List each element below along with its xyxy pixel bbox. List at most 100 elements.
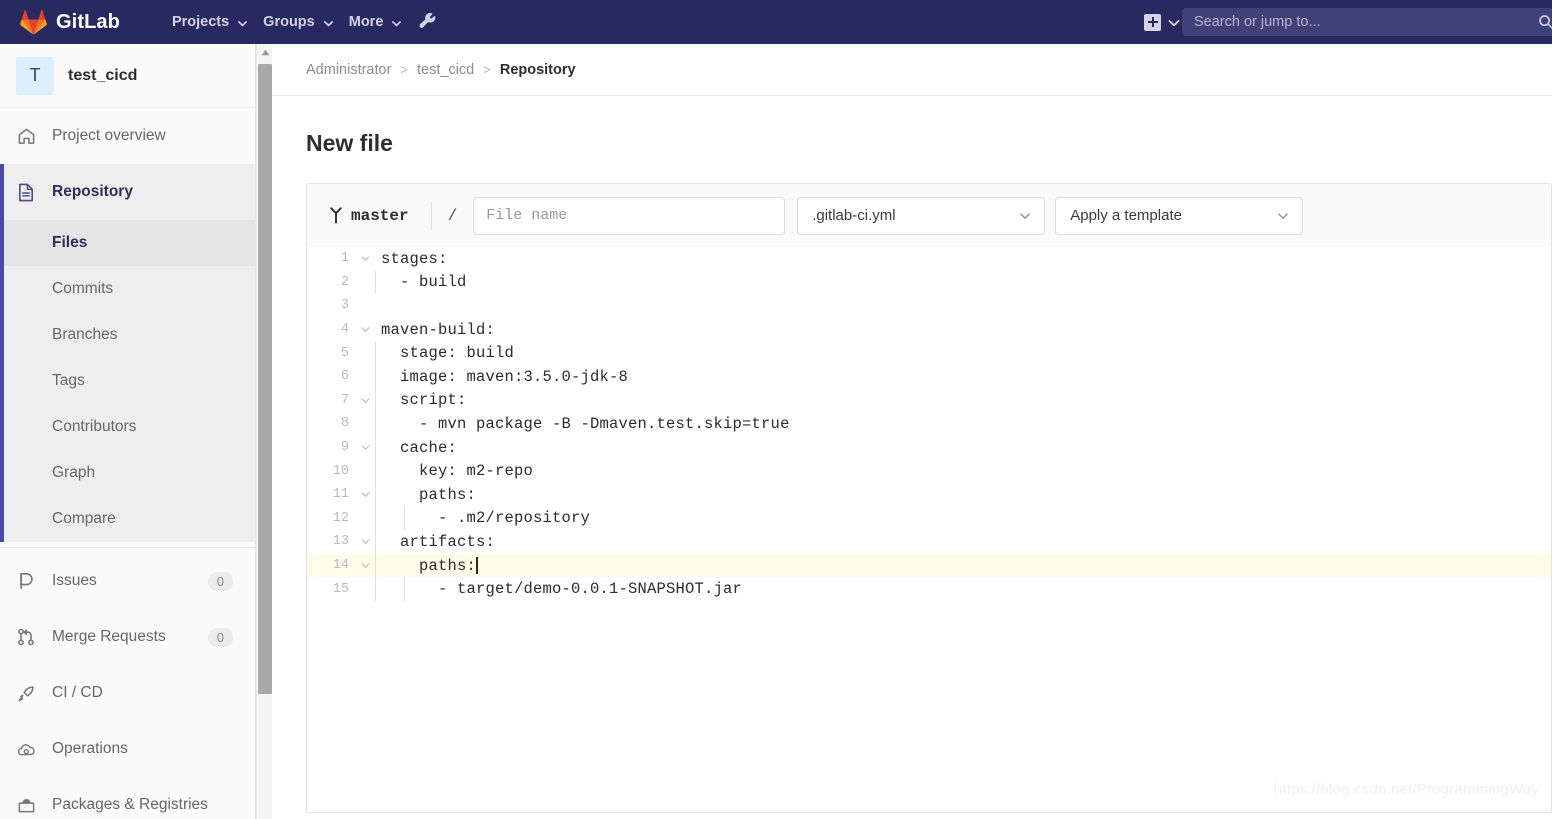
code-line[interactable]: 5 stage: build <box>307 341 1551 365</box>
project-header[interactable]: T test_cicd <box>0 44 255 108</box>
sidebar-scrollbar-track[interactable] <box>256 44 272 819</box>
sidebar-item-ci-cd[interactable]: CI / CD <box>0 665 255 721</box>
code-line[interactable]: 3 <box>307 294 1551 318</box>
line-number: 11 <box>307 487 355 502</box>
sidebar-subitem-branches[interactable]: Branches <box>0 312 255 358</box>
code-line[interactable]: 8 - mvn package -B -Dmaven.test.skip=tru… <box>307 412 1551 436</box>
sidebar-item-merge-requests[interactable]: Merge Requests 0 <box>0 609 255 665</box>
indent-guides <box>375 271 376 295</box>
fold-chevron-icon[interactable] <box>355 253 375 264</box>
branch-name: master <box>351 207 409 225</box>
breadcrumb: Administrator > test_cicd > Repository <box>272 44 1552 96</box>
breadcrumb-repository[interactable]: Repository <box>500 62 576 78</box>
issues-count-badge: 0 <box>208 572 233 591</box>
code-text: cache: <box>381 439 457 457</box>
line-number: 9 <box>307 440 355 455</box>
code-line[interactable]: 15 - target/demo-0.0.1-SNAPSHOT.jar <box>307 577 1551 601</box>
code-text: - .m2/repository <box>381 509 590 527</box>
sidebar-subitem-graph[interactable]: Graph <box>0 450 255 496</box>
file-name-input[interactable] <box>473 197 785 235</box>
fold-chevron-icon[interactable] <box>355 442 375 453</box>
sidebar-item-repository[interactable]: Repository <box>0 164 255 220</box>
fold-chevron-icon[interactable] <box>355 395 375 406</box>
code-line[interactable]: 9 cache: <box>307 436 1551 460</box>
sidebar-scrollbar-thumb[interactable] <box>258 64 272 694</box>
sidebar-item-packages-registries[interactable]: Packages & Registries <box>0 777 255 819</box>
code-line[interactable]: 4maven-build: <box>307 318 1551 342</box>
document-icon <box>16 182 36 202</box>
code-line[interactable]: 2 - build <box>307 271 1551 295</box>
breadcrumb-test-cicd[interactable]: test_cicd <box>417 62 474 78</box>
home-icon <box>16 126 36 146</box>
code-line[interactable]: 10 key: m2-repo <box>307 459 1551 483</box>
code-line[interactable]: 7 script: <box>307 389 1551 413</box>
sidebar-item-label: Packages & Registries <box>52 796 208 814</box>
sidebar-subitem-tags[interactable]: Tags <box>0 358 255 404</box>
line-number: 15 <box>307 582 355 597</box>
nav-projects[interactable]: Projects <box>158 0 249 44</box>
code-text: artifacts: <box>381 533 495 551</box>
indent-guides <box>375 530 376 554</box>
code-line[interactable]: 6 image: maven:3.5.0-jdk-8 <box>307 365 1551 389</box>
search-input[interactable] <box>1194 14 1524 30</box>
indent-guides <box>375 483 376 507</box>
code-line[interactable]: 11 paths: <box>307 483 1551 507</box>
page-title: New file <box>272 96 1552 157</box>
code-editor[interactable]: 1stages:2 - build34maven-build:5 stage: … <box>306 247 1552 813</box>
code-text: stages: <box>381 250 448 268</box>
sidebar-divider <box>0 547 255 548</box>
create-new-button[interactable] <box>1144 14 1168 31</box>
sidebar-subitem-contributors[interactable]: Contributors <box>0 404 255 450</box>
branch-selector[interactable]: master <box>329 207 431 225</box>
sidebar-subitem-compare[interactable]: Compare <box>0 496 255 542</box>
fold-chevron-icon[interactable] <box>355 560 375 571</box>
apply-template-value: Apply a template <box>1070 207 1182 224</box>
plus-square-icon <box>1144 14 1161 31</box>
code-text: - target/demo-0.0.1-SNAPSHOT.jar <box>381 580 742 598</box>
nav-groups-label: Groups <box>263 14 315 30</box>
line-number: 10 <box>307 464 355 479</box>
nav-groups[interactable]: Groups <box>249 0 335 44</box>
sidebar-item-operations[interactable]: Operations <box>0 721 255 777</box>
code-line[interactable]: 1 stages: <box>307 247 1551 271</box>
gitlab-brand[interactable]: GitLab <box>20 9 120 35</box>
code-text: stage: build <box>381 344 514 362</box>
project-name: test_cicd <box>68 67 137 85</box>
code-line[interactable]: 12 - .m2/repository <box>307 507 1551 531</box>
sidebar-item-label: Repository <box>52 183 133 201</box>
sidebar-subitem-files[interactable]: Files <box>0 220 255 266</box>
line-number: 1 <box>307 251 355 266</box>
indent-guides <box>375 341 376 365</box>
breadcrumb-separator: > <box>400 62 408 77</box>
scroll-up-arrow-icon[interactable] <box>257 44 273 61</box>
watermark-text: https://blog.csdn.net/ProgrammingWay <box>1274 781 1539 798</box>
cloud-gear-icon <box>16 739 36 759</box>
fold-chevron-icon[interactable] <box>355 536 375 547</box>
sidebar-item-label: Operations <box>52 740 128 758</box>
indent-guides <box>375 459 376 483</box>
navbar-right <box>1144 0 1552 44</box>
breadcrumb-administrator[interactable]: Administrator <box>306 62 391 78</box>
sidebar-item-label: Merge Requests <box>52 628 166 646</box>
fold-chevron-icon[interactable] <box>355 324 375 335</box>
fold-chevron-icon[interactable] <box>355 489 375 500</box>
line-number: 6 <box>307 369 355 384</box>
nav-more[interactable]: More <box>335 0 404 44</box>
apply-template-select[interactable]: Apply a template <box>1055 197 1303 235</box>
merge-request-icon <box>16 627 36 647</box>
sidebar-item-project-overview[interactable]: Project overview <box>0 108 255 164</box>
code-text: maven-build: <box>381 321 495 339</box>
sidebar-item-label: Project overview <box>52 127 166 145</box>
wrench-icon <box>418 12 438 32</box>
code-line[interactable]: 13 artifacts: <box>307 530 1551 554</box>
global-search[interactable] <box>1182 8 1552 36</box>
ci-template-select[interactable]: .gitlab-ci.yml <box>797 197 1045 235</box>
sidebar-subitem-commits[interactable]: Commits <box>0 266 255 312</box>
indent-guides <box>375 554 376 578</box>
package-icon <box>16 795 36 815</box>
line-number: 5 <box>307 346 355 361</box>
sidebar-item-issues[interactable]: Issues 0 <box>0 553 255 609</box>
admin-area-button[interactable] <box>409 0 447 44</box>
line-number: 8 <box>307 416 355 431</box>
code-line[interactable]: 14 paths: <box>307 554 1551 578</box>
